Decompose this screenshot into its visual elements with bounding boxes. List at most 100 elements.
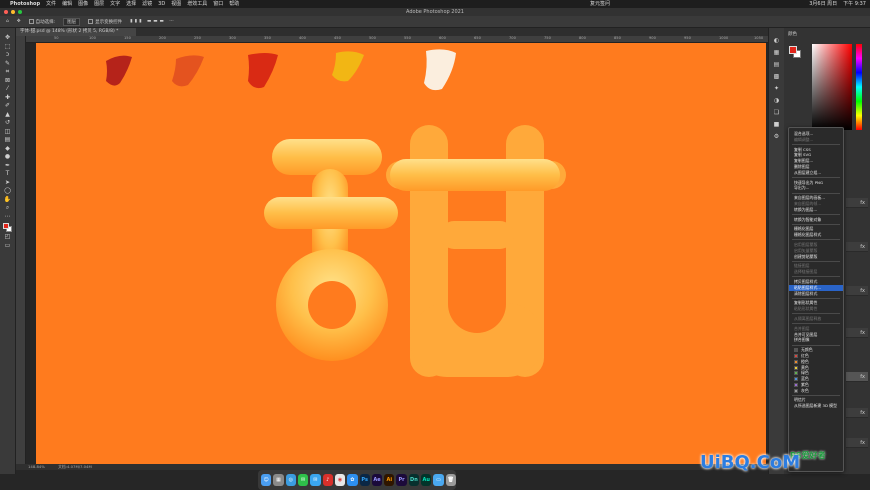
context-menu-item[interactable]: 从所选图层新建 3D 模型 [789,403,843,409]
menu-edit[interactable]: 编辑 [62,0,72,8]
qq-icon[interactable]: ✿ [347,474,358,486]
move-tool-icon[interactable]: ✥ [17,19,21,24]
context-menu-item[interactable]: 栅格化图层样式 [789,232,843,238]
type-tool-icon[interactable]: T [3,170,13,178]
menu-app-name[interactable]: Photoshop [10,0,40,8]
netease-music-icon[interactable]: ♪ [322,474,333,486]
learn-panel-icon[interactable]: ✦ [772,84,781,93]
more-tools-icon[interactable]: ⋯ [3,213,13,221]
safari-icon[interactable]: ◎ [285,474,296,486]
context-menu-item[interactable]: 清除图层样式 [789,291,843,297]
zoom-level[interactable]: 148.84% [28,464,45,469]
layer-fx-badge[interactable]: fx [846,198,868,208]
libraries-panel-icon[interactable]: ❏ [772,108,781,117]
eyedropper-tool-icon[interactable]: ⁄ [3,85,13,93]
dimension-app-icon[interactable]: Dn [408,474,420,486]
layer-fx-badge[interactable]: fx [846,328,868,338]
illustrator-app-icon[interactable]: Ai [384,474,395,486]
path-select-tool-icon[interactable]: ➤ [3,179,13,187]
menu-image[interactable]: 图像 [78,0,88,8]
chrome-icon[interactable]: ◉ [334,474,346,486]
menu-file[interactable]: 文件 [46,0,56,8]
context-menu-item: 从隔离图层释放 [794,315,822,321]
history-panel-icon[interactable]: ■ [772,120,781,129]
after-effects-app-icon[interactable]: Ae [371,474,383,486]
menu-help[interactable]: 帮助 [229,0,239,8]
context-menu-item[interactable]: 转换为智能对象 [789,217,843,223]
eraser-tool-icon[interactable]: ◫ [3,128,13,136]
panel-foreground-swatch[interactable] [789,46,797,54]
shape-tool-icon[interactable]: ◯ [3,187,13,195]
patterns-panel-icon[interactable]: ▩ [772,72,781,81]
swatches-panel-icon[interactable]: ▦ [772,48,781,57]
lasso-tool-icon[interactable]: ↄ [3,51,13,59]
minimize-button[interactable] [11,10,15,14]
blur-tool-icon[interactable]: ◆ [3,145,13,153]
mail-icon[interactable]: ✉ [310,474,321,486]
pen-tool-icon[interactable]: ✒ [3,162,13,170]
properties-panel-icon[interactable]: ⚙ [772,132,781,141]
layer-fx-badge[interactable]: fx [846,408,868,418]
finder-icon[interactable]: ☺ [261,474,272,486]
align-icons[interactable]: ▮▮▮ ▬▬▬ ⋯ [130,19,176,24]
color-picker-field[interactable] [812,44,852,130]
color-panel-icon[interactable]: ◐ [772,36,781,45]
folder-icon[interactable]: ▭ [433,474,444,486]
quick-mask-icon[interactable]: ◰ [3,233,13,241]
layer-select-dropdown[interactable]: 图层 [63,17,81,26]
ruler-tick-label: 200 [159,36,166,40]
menu-window[interactable]: 窗口 [213,0,223,8]
screen-mode-icon[interactable]: ▭ [3,242,13,250]
history-brush-tool-icon[interactable]: ↺ [3,119,13,127]
color-swatches[interactable] [3,223,12,232]
home-icon[interactable]: ⌂ [6,19,9,24]
auto-select-checkbox[interactable]: 自动选择: [28,18,55,25]
marquee-tool-icon[interactable]: ⬚ [3,43,13,51]
document-tab[interactable]: 字体-甜.psd @ 148% (形状 2 拷贝 5, RGB/8) * [16,28,136,36]
audition-app-icon[interactable]: Au [421,474,432,486]
gradient-tool-icon[interactable]: ▤ [3,136,13,144]
layer-fx-badge[interactable]: fx [846,438,868,448]
hand-tool-icon[interactable]: ✋ [3,196,13,204]
trash-icon[interactable]: 🗑 [445,474,456,486]
ruler-tick-label: 400 [299,36,306,40]
menu-3d[interactable]: 3D [158,0,165,8]
premiere-app-icon[interactable]: Pr [396,474,407,486]
brush-tool-icon[interactable]: ✐ [3,102,13,110]
zoom-tool-icon[interactable]: ⌕ [3,204,13,212]
menu-view[interactable]: 视图 [171,0,181,8]
hue-slider[interactable] [856,44,862,130]
layer-fx-badge-selected[interactable]: fx [846,372,868,382]
stamp-tool-icon[interactable]: ▲ [3,111,13,119]
color-panel-title[interactable]: 颜色 [788,31,797,37]
zoom-button[interactable] [18,10,22,14]
layer-fx-badge[interactable]: fx [846,286,868,296]
document-canvas[interactable] [36,43,766,464]
menu-plugins[interactable]: 增效工具 [187,0,207,8]
menu-type[interactable]: 文字 [110,0,120,8]
foreground-color-swatch[interactable] [3,223,9,229]
move-tool-icon[interactable]: ✥ [3,34,13,42]
adjustments-panel-icon[interactable]: ◑ [772,96,781,105]
context-menu-item[interactable]: 拼合图像 [789,337,843,343]
frame-tool-icon[interactable]: ⊠ [3,77,13,85]
close-button[interactable] [4,10,8,14]
show-transform-checkbox[interactable]: 显示变换控件 [88,18,122,25]
launchpad-icon[interactable]: ▦ [273,474,284,486]
menu-filter[interactable]: 滤镜 [142,0,152,8]
dodge-tool-icon[interactable]: ● [3,153,13,161]
gradients-panel-icon[interactable]: ▤ [772,60,781,69]
layer-fx-badge[interactable]: fx [846,242,868,252]
menu-layer[interactable]: 图层 [94,0,104,8]
wechat-icon[interactable]: ✉ [297,474,309,486]
photoshop-app-icon[interactable]: Ps [359,474,370,486]
context-menu-item[interactable]: 创建剪贴蒙版 [789,254,843,260]
quick-select-tool-icon[interactable]: ✎ [3,60,13,68]
context-menu-item[interactable]: 导出为... [789,185,843,191]
menu-select[interactable]: 选择 [126,0,136,8]
context-menu-item[interactable]: 转换为图层... [789,207,843,213]
context-menu-item[interactable]: 灰色 [789,388,843,394]
crop-tool-icon[interactable]: ⌗ [3,68,13,76]
context-menu-item[interactable]: 从图层建立组... [789,170,843,176]
healing-tool-icon[interactable]: ✚ [3,94,13,102]
